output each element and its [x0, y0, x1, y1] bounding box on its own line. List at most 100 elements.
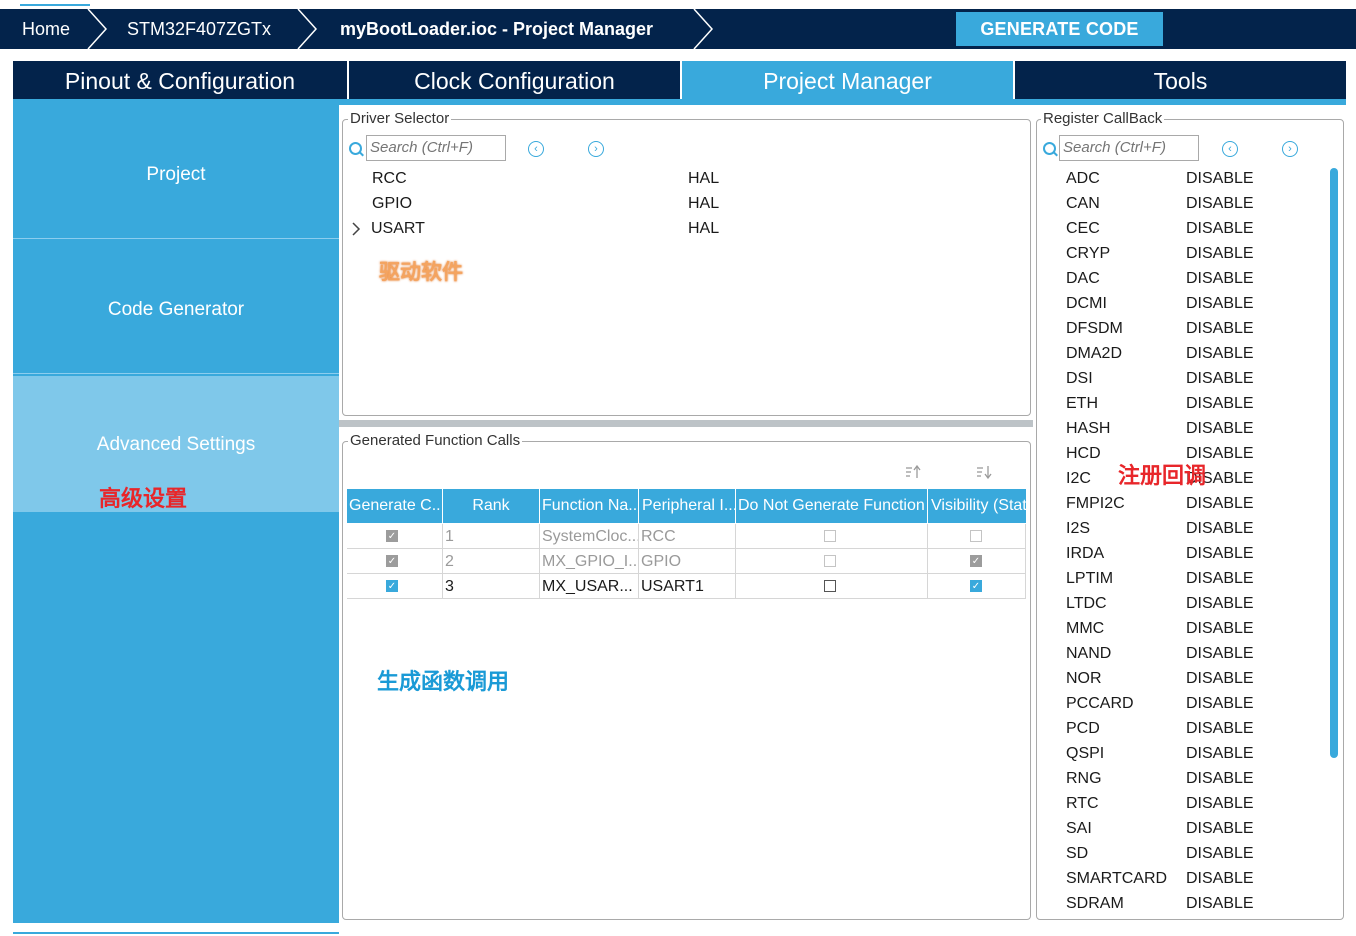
callback-row-value[interactable]: DISABLE: [1186, 495, 1254, 513]
search-icon: [1043, 142, 1056, 155]
callback-row-name: PCCARD: [1066, 695, 1134, 712]
callback-row-name: SD: [1066, 845, 1089, 862]
callback-row-value[interactable]: DISABLE: [1186, 770, 1254, 788]
function-calls-title: Generated Function Calls: [348, 432, 523, 449]
callback-row-value[interactable]: DISABLE: [1186, 895, 1254, 913]
callback-row-name: MMC: [1066, 620, 1105, 637]
annotation-driver: 驱动软件: [379, 260, 463, 284]
callback-search-input[interactable]: [1059, 135, 1199, 161]
sidebar-item-project[interactable]: Project: [13, 105, 339, 238]
tab-clock-configuration[interactable]: Clock Configuration: [349, 61, 680, 99]
table-row: ✓: [347, 549, 443, 574]
peripheral-cell: GPIO: [639, 549, 736, 574]
visibility-checkbox[interactable]: ✓: [970, 580, 982, 592]
do-not-generate-cell: [736, 524, 928, 549]
callback-row-name: FMPI2C: [1066, 495, 1125, 512]
callback-row-name: ETH: [1066, 395, 1098, 412]
callback-row-value[interactable]: DISABLE: [1186, 795, 1254, 813]
chevron-right-icon: [87, 9, 108, 49]
peripheral-cell[interactable]: USART1: [639, 574, 736, 599]
column-header-peripheral[interactable]: Peripheral I...: [639, 489, 736, 523]
generate-checkbox: ✓: [386, 555, 398, 567]
do-not-generate-checkbox[interactable]: [824, 580, 836, 592]
breadcrumb-home[interactable]: Home: [22, 9, 70, 49]
sidebar-item-code-generator[interactable]: Code Generator: [13, 239, 339, 373]
column-header-visibility[interactable]: Visibility (Stat: [928, 489, 1026, 523]
function-name-cell[interactable]: MX_USAR...: [540, 574, 639, 599]
callback-row-name: HASH: [1066, 420, 1111, 437]
rank-cell[interactable]: 3: [443, 574, 540, 599]
driver-row-value[interactable]: HAL: [688, 170, 719, 188]
tab-tools[interactable]: Tools: [1015, 61, 1346, 99]
callback-row-value[interactable]: DISABLE: [1186, 645, 1254, 663]
callback-row-value[interactable]: DISABLE: [1186, 295, 1254, 313]
previous-match-icon[interactable]: ‹: [528, 141, 544, 157]
callback-row-value[interactable]: DISABLE: [1186, 745, 1254, 763]
generate-code-button[interactable]: GENERATE CODE: [956, 12, 1163, 46]
callback-row-value[interactable]: DISABLE: [1186, 620, 1254, 638]
top-edge-accent: [20, 0, 90, 6]
sort-ascending-icon[interactable]: [905, 465, 921, 479]
previous-match-icon[interactable]: ‹: [1222, 141, 1238, 157]
do-not-generate-cell: [736, 574, 928, 599]
callback-row-value[interactable]: DISABLE: [1186, 870, 1254, 888]
function-name-cell: MX_GPIO_I...: [540, 549, 639, 574]
callback-row-value[interactable]: DISABLE: [1186, 845, 1254, 863]
do-not-generate-checkbox: [824, 555, 836, 567]
callback-row-value[interactable]: DISABLE: [1186, 695, 1254, 713]
callback-row-value[interactable]: DISABLE: [1186, 320, 1254, 338]
sort-descending-icon[interactable]: [976, 465, 992, 479]
tab-pinout-configuration[interactable]: Pinout & Configuration: [13, 61, 347, 99]
callback-row-value[interactable]: DISABLE: [1186, 545, 1254, 563]
driver-selector-title: Driver Selector: [348, 110, 452, 127]
callback-row-name: CAN: [1066, 195, 1100, 212]
callback-row-name: IRDA: [1066, 545, 1105, 562]
driver-search-input[interactable]: [366, 135, 506, 161]
expand-chevron-icon[interactable]: [351, 222, 361, 236]
callback-row-value[interactable]: DISABLE: [1186, 570, 1254, 588]
column-header-function-name[interactable]: Function Na...: [540, 489, 639, 523]
column-header-do-not-generate[interactable]: Do Not Generate Function C: [736, 489, 928, 523]
callback-row-value[interactable]: DISABLE: [1186, 345, 1254, 363]
callback-row-value[interactable]: DISABLE: [1186, 670, 1254, 688]
callback-row-name: CEC: [1066, 220, 1100, 237]
annotation-advanced-settings: 高级设置: [99, 487, 188, 512]
driver-row-name[interactable]: USART: [371, 220, 425, 238]
next-match-icon[interactable]: ›: [1282, 141, 1298, 157]
table-row[interactable]: ✓: [347, 574, 443, 599]
column-header-rank[interactable]: Rank: [443, 489, 540, 523]
breadcrumb-project[interactable]: myBootLoader.ioc - Project Manager: [340, 9, 653, 49]
callback-row-value[interactable]: DISABLE: [1186, 195, 1254, 213]
breadcrumb-mcu[interactable]: STM32F407ZGTx: [127, 9, 271, 49]
callback-row-name: QSPI: [1066, 745, 1105, 762]
driver-row-value[interactable]: HAL: [688, 220, 719, 238]
next-match-icon[interactable]: ›: [588, 141, 604, 157]
driver-row-name: GPIO: [372, 195, 413, 212]
search-icon: [349, 142, 362, 155]
callback-scrollbar[interactable]: [1330, 168, 1338, 758]
callback-row-value[interactable]: DISABLE: [1186, 820, 1254, 838]
callback-row-value[interactable]: DISABLE: [1186, 395, 1254, 413]
callback-row-value[interactable]: DISABLE: [1186, 420, 1254, 438]
generate-checkbox[interactable]: ✓: [386, 580, 398, 592]
callback-row-name: NOR: [1066, 670, 1102, 687]
callback-row-name: I2S: [1066, 520, 1091, 537]
callback-row-value[interactable]: DISABLE: [1186, 220, 1254, 238]
callback-row-name: ADC: [1066, 170, 1100, 187]
callback-row-value[interactable]: DISABLE: [1186, 270, 1254, 288]
callback-row-value[interactable]: DISABLE: [1186, 245, 1254, 263]
callback-row-value[interactable]: DISABLE: [1186, 720, 1254, 738]
breadcrumb: Home STM32F407ZGTx myBootLoader.ioc - Pr…: [0, 9, 1356, 49]
tab-project-manager[interactable]: Project Manager: [682, 61, 1013, 99]
callback-row-name: PCD: [1066, 720, 1100, 737]
callback-row-value[interactable]: DISABLE: [1186, 170, 1254, 188]
column-header-generate[interactable]: Generate C...: [347, 489, 443, 523]
callback-row-value[interactable]: DISABLE: [1186, 370, 1254, 388]
callback-row-name: LPTIM: [1066, 570, 1114, 587]
driver-row-value[interactable]: HAL: [688, 195, 719, 213]
panel-splitter[interactable]: [339, 420, 1033, 427]
callback-row-value[interactable]: DISABLE: [1186, 520, 1254, 538]
callback-row-value[interactable]: DISABLE: [1186, 595, 1254, 613]
rank-cell: 2: [443, 549, 540, 574]
callback-row-name: I2C: [1066, 470, 1091, 487]
